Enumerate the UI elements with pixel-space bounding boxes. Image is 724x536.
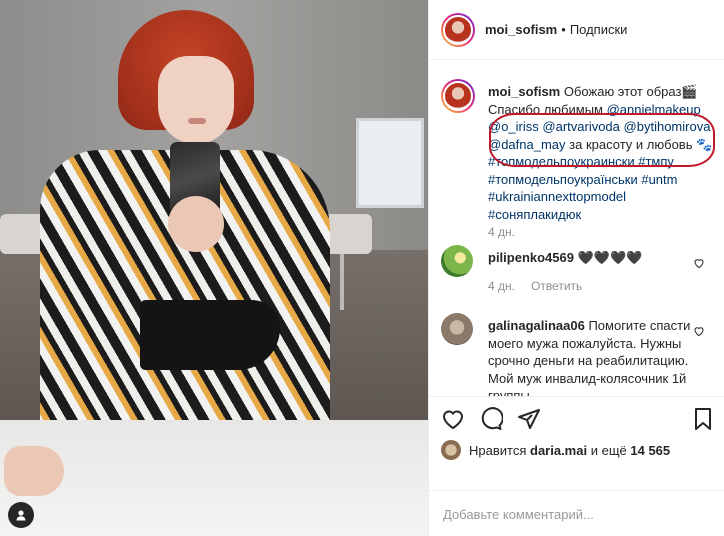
avatar[interactable] [441,12,475,47]
photo-hand [168,196,224,252]
post-photo[interactable] [0,0,428,536]
header-separator: • [561,22,566,37]
comment-username[interactable]: galinagalinaa06 [488,318,585,333]
avatar[interactable] [441,245,473,277]
comment-body: 🖤🖤🖤🖤 [577,250,643,265]
caption-avatar[interactable] [441,79,475,113]
comment-text: galinagalinaa06 Помогите спасти моего му… [488,317,693,396]
heart-icon[interactable] [693,325,705,337]
heart-icon[interactable] [693,257,705,269]
header-username[interactable]: moi_sofism [485,22,557,37]
heart-icon[interactable] [441,407,465,431]
hashtag-link[interactable]: #untm [641,172,677,187]
comments-list[interactable]: moi_sofism Обожаю этот образ🎬 Спасибо лю… [429,61,724,396]
comment-bubble-icon[interactable] [479,407,503,431]
likes-prefix: Нравится [469,442,527,458]
avatar[interactable] [441,440,461,460]
caption-username[interactable]: moi_sofism [488,84,560,99]
hashtag-link[interactable]: #соняплакидюк [488,207,581,222]
caption-time: 4 дн. [488,225,515,239]
hashtag-link[interactable]: #ukrainiannexttopmodel [488,189,626,204]
comment-username[interactable]: pilipenko4569 [488,250,574,265]
paper-plane-icon[interactable] [517,407,541,431]
post-actions-bar [429,396,724,440]
hashtag-link[interactable]: #топмодельпоукраїнськи [488,172,638,187]
avatar[interactable] [441,313,473,345]
likes-summary: Нравится daria.mai и ещё 14 565 [441,440,670,460]
person-tag-icon[interactable] [8,502,34,528]
reply-button[interactable]: Ответить [531,279,582,293]
add-comment-input[interactable]: Добавьте комментарий... [429,490,724,536]
photo-lips [188,118,206,124]
comment-meta: 4 дн. Ответить [488,279,582,293]
comment-time: 4 дн. [488,279,515,293]
caption-line1: Обожаю этот образ🎬 [563,84,698,99]
bookmark-icon[interactable] [691,407,715,431]
photo-face [158,56,234,144]
annotation-highlight-circle [489,113,715,167]
post-side-panel: moi_sofism • Подписки moi_sofism Обожаю … [428,0,724,536]
likes-middle: и ещё [590,442,627,458]
photo-mirror [356,118,424,208]
likes-user[interactable]: daria.mai [530,443,587,458]
following-button[interactable]: Подписки [570,22,628,37]
photo-hand-left [4,446,64,496]
comment-text: pilipenko4569 🖤🖤🖤🖤 [488,249,693,267]
photo-chair-leg [340,254,344,310]
likes-count[interactable]: 14 565 [630,443,670,458]
photo-table [0,420,428,536]
photo-belt [140,300,280,370]
post-header: moi_sofism • Подписки [429,0,724,60]
